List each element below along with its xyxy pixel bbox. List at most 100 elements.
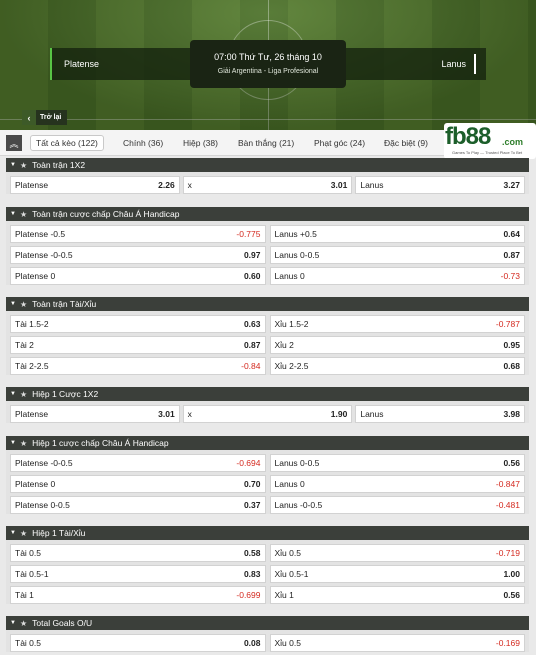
market-header[interactable]: ▼ ★ Hiệp 1 Cược 1X2 — [6, 387, 529, 401]
odds-cell[interactable]: Tài 1.5-2 0.63 — [10, 315, 266, 333]
odds-label: x — [187, 180, 192, 190]
odds-value: -0.84 — [241, 361, 261, 371]
odds-cell[interactable]: Platense -0.5 -0.775 — [10, 225, 266, 243]
odds-label: Xỉu 0.5 — [274, 638, 301, 648]
odds-cell[interactable]: Lanus 3.98 — [355, 405, 526, 423]
odds-cell[interactable]: Xỉu 1 0.56 — [269, 586, 525, 604]
odds-cell[interactable]: Platense 2.26 — [10, 176, 180, 194]
odds-cell[interactable]: Xỉu 1.5-2 -0.787 — [269, 315, 525, 333]
tab-half[interactable]: Hiệp (38) — [178, 135, 223, 151]
caret-down-icon[interactable]: ▼ — [10, 620, 16, 626]
odds-cell[interactable]: Platense -0-0.5 -0.694 — [10, 454, 266, 472]
caret-down-icon[interactable]: ▼ — [10, 530, 16, 536]
odds-value: 0.08 — [243, 638, 261, 648]
away-accent-bar — [474, 54, 476, 74]
home-team-name: Platense — [64, 59, 100, 69]
odds-label: Platense 0-0.5 — [15, 500, 70, 510]
caret-down-icon[interactable]: ▼ — [10, 391, 16, 397]
odds-row: Tài 0.5 0.58 Xỉu 0.5 -0.719 — [10, 544, 525, 562]
match-league: Giải Argentina - Liga Profesional — [217, 68, 319, 75]
odds-cell[interactable]: Tài 1 -0.699 — [10, 586, 266, 604]
caret-down-icon[interactable]: ▼ — [10, 440, 16, 446]
odds-label: Platense 0 — [15, 271, 56, 281]
odds-cell[interactable]: Lanus 0-0.5 0.87 — [269, 246, 525, 264]
odds-label: Platense -0.5 — [15, 229, 66, 239]
market-section: ▼ ★ Hiệp 1 Cược 1X2 Platense 3.01 x 1.90 Lanus 3… — [6, 387, 529, 426]
odds-cell[interactable]: Lanus -0-0.5 -0.481 — [269, 496, 525, 514]
collapse-all-icon[interactable]: ︽ — [6, 135, 22, 151]
odds-label: Xỉu 2 — [274, 340, 294, 350]
market-header[interactable]: ▼ ★ Hiệp 1 cược chấp Châu Á Handicap — [6, 436, 529, 450]
odds-row: Tài 1.5-2 0.63 Xỉu 1.5-2 -0.787 — [10, 315, 525, 333]
odds-label: Xỉu 1 — [274, 590, 294, 600]
market-header[interactable]: ▼ ★ Toàn trận cược chấp Châu Á Handicap — [6, 207, 529, 221]
odds-cell[interactable]: Tài 2-2.5 -0.84 — [10, 357, 266, 375]
odds-cell[interactable]: Platense 3.01 — [10, 405, 180, 423]
odds-value: 0.83 — [243, 569, 261, 579]
caret-down-icon[interactable]: ▼ — [10, 162, 16, 168]
odds-value: 0.63 — [243, 319, 261, 329]
market-header[interactable]: ▼ ★ Hiệp 1 Tài/Xỉu — [6, 526, 529, 540]
odds-cell[interactable]: Xỉu 2-2.5 0.68 — [269, 357, 525, 375]
star-icon[interactable]: ★ — [20, 439, 27, 448]
odds-cell[interactable]: Platense -0-0.5 0.97 — [10, 246, 266, 264]
star-icon[interactable]: ★ — [20, 161, 27, 170]
star-icon[interactable]: ★ — [20, 390, 27, 399]
odds-cell[interactable]: Lanus 0 -0.847 — [269, 475, 525, 493]
odds-cell[interactable]: Tài 0.5-1 0.83 — [10, 565, 266, 583]
odds-cell[interactable]: Xỉu 0.5 -0.719 — [269, 544, 525, 562]
odds-cell[interactable]: Lanus +0.5 0.64 — [269, 225, 525, 243]
market-title: Hiệp 1 Tài/Xỉu — [32, 528, 86, 538]
odds-cell[interactable]: Tài 0.5 0.08 — [10, 634, 266, 652]
chevron-left-icon: ‹ — [22, 110, 36, 125]
odds-cell[interactable]: x 3.01 — [182, 176, 353, 194]
odds-label: Lanus — [360, 180, 384, 190]
odds-cell[interactable]: Tài 0.5 0.58 — [10, 544, 266, 562]
caret-down-icon[interactable]: ▼ — [10, 211, 16, 217]
odds-cell[interactable]: Xỉu 0.5 -0.169 — [269, 634, 525, 652]
odds-label: Tài 2-2.5 — [15, 361, 49, 371]
odds-cell[interactable]: Xỉu 2 0.95 — [269, 336, 525, 354]
star-icon[interactable]: ★ — [20, 210, 27, 219]
odds-value: 0.70 — [243, 479, 261, 489]
market-section: ▼ ★ Toàn trận 1X2 Platense 2.26 x 3.01 Lanus 3.2… — [6, 158, 529, 197]
odds-cell[interactable]: Platense 0-0.5 0.37 — [10, 496, 266, 514]
odds-label: Platense — [15, 409, 49, 419]
star-icon[interactable]: ★ — [20, 300, 27, 309]
star-icon[interactable]: ★ — [20, 619, 27, 628]
tab-corners[interactable]: Phạt góc (24) — [309, 135, 370, 151]
odds-row: Tài 2-2.5 -0.84 Xỉu 2-2.5 0.68 — [10, 357, 525, 375]
odds-cell[interactable]: x 1.90 — [182, 405, 353, 423]
back-button[interactable]: ‹ Trở lại — [22, 110, 68, 125]
odds-label: Xỉu 0.5-1 — [274, 569, 309, 579]
odds-cell[interactable]: Lanus 0 -0.73 — [269, 267, 525, 285]
odds-value: -0.481 — [495, 500, 520, 510]
odds-cell[interactable]: Lanus 0-0.5 0.56 — [269, 454, 525, 472]
odds-value: -0.787 — [495, 319, 520, 329]
odds-label: Lanus 0-0.5 — [274, 458, 320, 468]
market-title: Hiệp 1 cược chấp Châu Á Handicap — [32, 438, 169, 448]
star-icon[interactable]: ★ — [20, 529, 27, 538]
market-section: ▼ ★ Total Goals O/U Tài 0.5 0.08 Xỉu 0.5 -0.16… — [6, 616, 529, 655]
odds-cell[interactable]: Lanus 3.27 — [355, 176, 526, 194]
tab-goals[interactable]: Bàn thắng (21) — [233, 135, 299, 151]
odds-value: 3.98 — [503, 409, 521, 419]
odds-value: -0.847 — [495, 479, 520, 489]
tab-main[interactable]: Chính (36) — [118, 135, 168, 151]
market-header[interactable]: ▼ ★ Toàn trận 1X2 — [6, 158, 529, 172]
odds-cell[interactable]: Platense 0 0.70 — [10, 475, 266, 493]
odds-label: Lanus +0.5 — [274, 229, 317, 239]
market-header[interactable]: ▼ ★ Total Goals O/U — [6, 616, 529, 630]
caret-down-icon[interactable]: ▼ — [10, 301, 16, 307]
odds-cell[interactable]: Tài 2 0.87 — [10, 336, 266, 354]
market-body: Tài 0.5 0.58 Xỉu 0.5 -0.719 Tài 0.5-1 0.83 Xỉu… — [6, 540, 529, 604]
odds-value: 0.58 — [243, 548, 261, 558]
odds-cell[interactable]: Xỉu 0.5-1 1.00 — [269, 565, 525, 583]
tab-all[interactable]: Tất cả kèo (122) — [30, 135, 104, 151]
market-title: Toàn trận Tài/Xỉu — [32, 299, 97, 309]
tab-special[interactable]: Đặc biệt (9) — [379, 135, 433, 151]
odds-cell[interactable]: Platense 0 0.60 — [10, 267, 266, 285]
market-header[interactable]: ▼ ★ Toàn trận Tài/Xỉu — [6, 297, 529, 311]
odds-label: Xỉu 1.5-2 — [274, 319, 309, 329]
odds-row: Platense -0.5 -0.775 Lanus +0.5 0.64 — [10, 225, 525, 243]
